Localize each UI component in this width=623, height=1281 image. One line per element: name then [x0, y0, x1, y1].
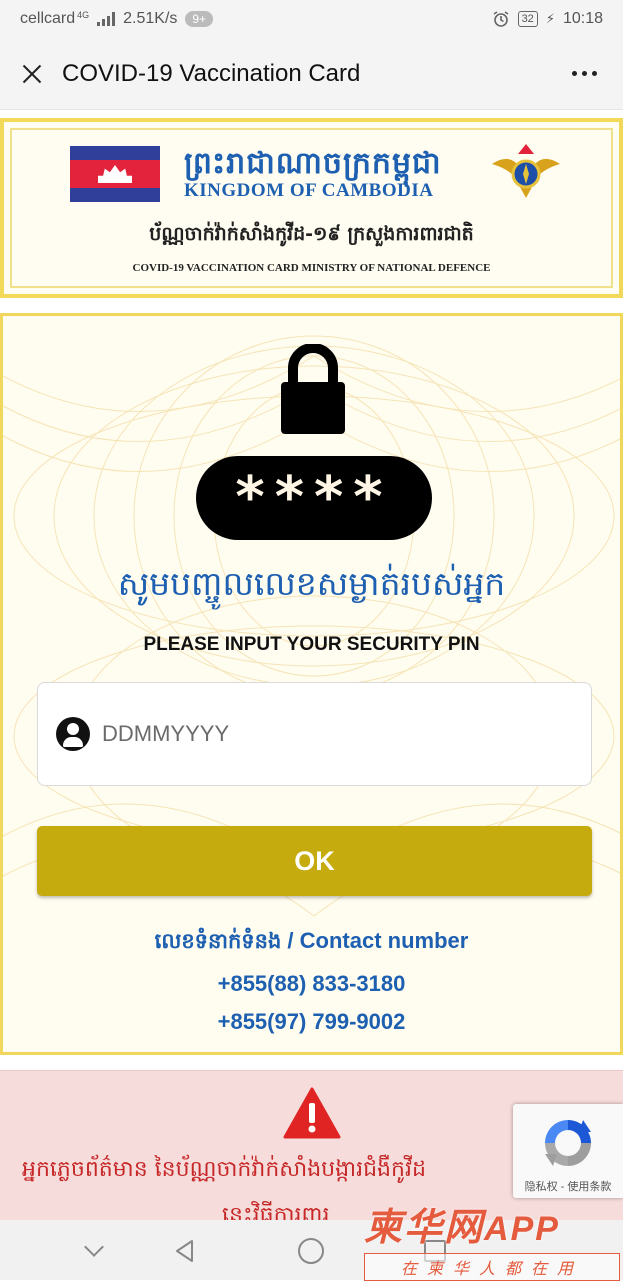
- more-options-icon[interactable]: [564, 63, 605, 84]
- warning-text[interactable]: អ្នកភ្លេចព័ត៌មាន នៃប័ណ្ណចាក់វ៉ាក់សាំងបង្…: [22, 1155, 426, 1187]
- back-icon[interactable]: [172, 1238, 198, 1264]
- contact-heading: លេខទំនាក់ទំនង / Contact number: [3, 928, 620, 959]
- watermark-brand: 柬华网APP: [364, 1196, 620, 1251]
- home-icon[interactable]: [298, 1238, 324, 1264]
- card-subtitle: COVID-19 VACCINATION CARD MINISTRY OF NA…: [132, 262, 491, 274]
- pin-panel: **** សូមបញ្ចូលលេខសម្ងាត់របស់អ្នក PLEASE …: [0, 313, 623, 1055]
- pin-mask-display: ****: [196, 456, 432, 540]
- recaptcha-links[interactable]: 隐私权 - 使用条款: [513, 1178, 623, 1194]
- user-icon: [56, 717, 90, 751]
- clock: 10:18: [562, 10, 603, 27]
- network-speed: 2.51K/s: [123, 10, 178, 27]
- khmer-card-subtitle: ប័ណ្ណចាក់វ៉ាក់សាំងកូវីដ-១៩ ក្រសួងការពារជ…: [149, 223, 474, 245]
- lock-icon: [281, 344, 345, 434]
- carrier-label: cellcard: [20, 10, 76, 27]
- recaptcha-icon: [545, 1120, 591, 1166]
- kingdom-title: KINGDOM OF CAMBODIA: [184, 180, 434, 201]
- pin-prompt-english: PLEASE INPUT YOUR SECURITY PIN: [143, 634, 480, 655]
- page-title: COVID-19 Vaccination Card: [62, 59, 361, 87]
- title-bar: COVID-19 Vaccination Card: [0, 38, 623, 110]
- network-type: 4G: [77, 10, 90, 20]
- ok-button[interactable]: OK: [37, 826, 592, 896]
- close-icon[interactable]: [18, 60, 46, 88]
- header-banner: ព្រះរាជាណាចក្រកម្ពុជា KINGDOM OF CAMBODI…: [0, 118, 623, 298]
- contact-label-english: / Contact number: [287, 928, 469, 953]
- cambodia-flag-icon: [70, 146, 160, 202]
- alarm-icon: [493, 11, 509, 27]
- ministry-emblem-icon: [492, 144, 560, 198]
- battery-icon: 32: [517, 11, 538, 27]
- hide-keyboard-icon[interactable]: [82, 1238, 108, 1264]
- notification-badge: 9+: [185, 11, 214, 27]
- charging-icon: ⚡: [545, 11, 555, 26]
- warning-icon: [283, 1087, 341, 1139]
- pin-input-field[interactable]: [37, 682, 592, 786]
- pin-input[interactable]: [102, 721, 562, 747]
- pin-prompt-khmer: សូមបញ្ចូលលេខសម្ងាត់របស់អ្នក: [117, 564, 506, 603]
- phone-number-2[interactable]: +855(97) 799-9002: [3, 1009, 620, 1035]
- status-bar: cellcard 4G 2.51K/s 9+ 32 ⚡ 10:18: [0, 0, 623, 38]
- recaptcha-badge[interactable]: 隐私权 - 使用条款: [513, 1104, 623, 1198]
- watermark-app-text: APP: [484, 1210, 560, 1248]
- watermark-logo: 柬华网APP 在柬华人都在用: [364, 1196, 620, 1281]
- contact-section: លេខទំនាក់ទំនង / Contact number +855(88) …: [3, 928, 620, 1035]
- contact-label-khmer: លេខទំនាក់ទំនង: [154, 929, 282, 953]
- watermark-slogan: 在柬华人都在用: [364, 1253, 620, 1281]
- watermark-brand-text: 柬华网: [364, 1205, 485, 1249]
- phone-number-1[interactable]: +855(88) 833-3180: [3, 971, 620, 997]
- signal-icon: [97, 12, 116, 26]
- warning-text-line2[interactable]: នេះវិធីការពារ: [222, 1201, 329, 1220]
